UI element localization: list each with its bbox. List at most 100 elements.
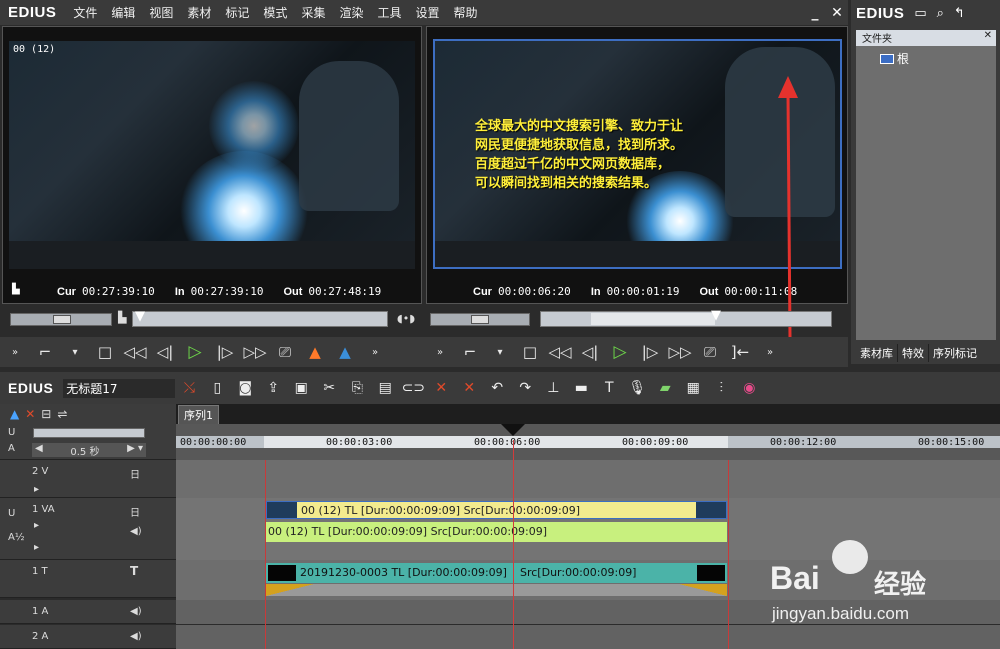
close-icon[interactable]: ✕ (984, 30, 992, 41)
menu-tools[interactable]: 工具 (370, 4, 408, 21)
speaker-icon[interactable]: ◀) (130, 631, 142, 642)
undo-icon[interactable]: ↶ (483, 376, 511, 400)
player-scrub-bar[interactable]: ▼ (132, 309, 388, 327)
video-clip[interactable]: 00 (12) TL [Dur:00:00:09:09] Src[Dur:00:… (266, 501, 727, 519)
lock-icon[interactable]: U (8, 427, 15, 438)
loop-button[interactable]: ⎚ (695, 340, 725, 364)
camera-icon[interactable]: ◙ (231, 376, 259, 400)
redo-icon[interactable]: ↷ (511, 376, 539, 400)
set-in-button[interactable]: ⌐ (30, 340, 60, 364)
paste-icon[interactable]: ▤ (371, 376, 399, 400)
close-button[interactable]: ✕ (826, 5, 848, 21)
timeline-ruler[interactable]: 00:00:00:00 00:00:03:00 00:00:06:00 00:0… (176, 424, 1000, 460)
step-forward-button[interactable]: |▷ (210, 340, 240, 364)
menu-file[interactable]: 文件 (66, 4, 104, 21)
split-icon[interactable]: ▬ (567, 376, 595, 400)
menu-capture[interactable]: 采集 (294, 4, 332, 21)
step-forward-button[interactable]: |▷ (635, 340, 665, 364)
tab-sequence1[interactable]: 序列1 (178, 405, 219, 425)
lock-icon[interactable]: U (8, 508, 15, 519)
fast-forward-button[interactable]: ▷▷ (665, 340, 695, 364)
monitor-icon[interactable]: 日 (130, 504, 140, 519)
dropdown-icon[interactable]: ▾ (60, 340, 90, 364)
dropdown-icon[interactable]: ▾ (485, 340, 515, 364)
step-back-button[interactable]: ◁| (150, 340, 180, 364)
expand-icon[interactable]: ▸ (34, 484, 39, 495)
mixer-icon[interactable]: ⫶ (707, 376, 735, 400)
folder-icon[interactable]: ▭ (914, 6, 926, 21)
menu-clip[interactable]: 素材 (180, 4, 218, 21)
menu-settings[interactable]: 设置 (408, 4, 446, 21)
ripple-icon[interactable]: ⊟ (41, 407, 51, 421)
stop-button[interactable]: □ (515, 340, 545, 364)
audio-channel-icon[interactable]: A½ (8, 532, 25, 543)
ripple-delete-icon[interactable]: ✕ (455, 376, 483, 400)
title-icon[interactable]: T (595, 376, 623, 400)
menu-help[interactable]: 帮助 (447, 4, 485, 21)
tree-item-root[interactable]: 根 (856, 46, 996, 67)
track-2a[interactable]: 2 A ◀) (0, 625, 176, 649)
speaker-icon[interactable]: ◀) (130, 606, 142, 617)
chevron-right-icon[interactable]: » (0, 340, 30, 364)
new-file-icon[interactable]: ▯ (203, 376, 231, 400)
render-icon[interactable]: ▰ (651, 376, 679, 400)
zoom-select[interactable]: ◀ 0.5 秒 ▶ ▾ (32, 443, 146, 458)
add-marker-icon[interactable]: ⊥ (539, 376, 567, 400)
step-back-button[interactable]: ◁| (575, 340, 605, 364)
lane-2v[interactable] (176, 460, 1000, 498)
speaker-icon[interactable]: ◀) (130, 526, 142, 537)
menu-marker[interactable]: 标记 (218, 4, 256, 21)
rewind-button[interactable]: ◁◁ (120, 340, 150, 364)
play-button[interactable]: ▷ (180, 340, 210, 364)
chevron-right-icon[interactable]: » (360, 340, 390, 364)
microphone-icon[interactable]: 🎙 (623, 376, 651, 400)
up-folder-icon[interactable]: ↰ (954, 6, 965, 21)
overwrite-button[interactable]: ▲ (330, 340, 360, 364)
play-button[interactable]: ▷ (605, 340, 635, 364)
save-icon[interactable]: ▣ (287, 376, 315, 400)
menu-mode[interactable]: 模式 (256, 4, 294, 21)
title-track-icon[interactable]: T (130, 564, 138, 578)
video-track-icon[interactable]: ▲ (10, 407, 19, 421)
expand-icon[interactable]: ▸ (34, 520, 39, 531)
tab-sequence-markers[interactable]: 序列标记 (929, 344, 981, 362)
track-1va[interactable]: U A½ 1 VA 日 ◀) ▸ ▸ (0, 498, 176, 560)
chevron-right-icon[interactable]: » (755, 340, 785, 364)
tab-effects[interactable]: 特效 (898, 344, 929, 362)
cut-icon[interactable]: ✂ (315, 376, 343, 400)
fast-forward-button[interactable]: ▷▷ (240, 340, 270, 364)
player-shuttle[interactable] (10, 313, 112, 326)
expand-icon[interactable]: ▸ (34, 542, 39, 553)
menu-render[interactable]: 渲染 (332, 4, 370, 21)
stop-button[interactable]: □ (90, 340, 120, 364)
color-wheel-icon[interactable]: ◉ (735, 376, 763, 400)
loop-button[interactable]: ⎚ (270, 340, 300, 364)
track-1t[interactable]: 1 T T (0, 560, 176, 598)
copy-icon[interactable]: ⎘ (343, 376, 371, 400)
rewind-button[interactable]: ◁◁ (545, 340, 575, 364)
new-sequence-icon[interactable]: ⤯ (175, 376, 203, 400)
set-in-button[interactable]: ⌐ (455, 340, 485, 364)
menu-edit[interactable]: 编辑 (104, 4, 142, 21)
go-to-out-button[interactable]: ]← (725, 340, 755, 364)
track-2v[interactable]: 2 V 日 ▸ (0, 460, 176, 498)
menu-view[interactable]: 视图 (142, 4, 180, 21)
title-clip[interactable]: 20191230-0003 TL [Dur:00:00:09:09] Src[D… (266, 563, 727, 583)
snap-icon[interactable]: ⇌ (57, 407, 67, 421)
zoom-slider[interactable] (33, 428, 145, 438)
chevron-right-icon[interactable]: » (425, 340, 455, 364)
audio-toggle-icon[interactable]: A (8, 443, 15, 454)
delete-icon[interactable]: ✕ (427, 376, 455, 400)
import-icon[interactable]: ⇪ (259, 376, 287, 400)
track-1a[interactable]: 1 A ◀) (0, 600, 176, 624)
insert-button[interactable]: ▲ (300, 340, 330, 364)
recorder-shuttle[interactable] (430, 313, 530, 326)
audio-clip[interactable]: 00 (12) TL [Dur:00:00:09:09] Src[Dur:00:… (266, 522, 727, 542)
grid-icon[interactable]: ▦ (679, 376, 707, 400)
player-audio-icon[interactable]: ◖•◗ (397, 312, 415, 325)
search-icon[interactable]: ⌕ (937, 6, 944, 21)
tab-bin[interactable]: 素材库 (856, 344, 898, 362)
sync-icon[interactable]: ✕ (25, 407, 35, 421)
link-icon[interactable]: ⊂⊃ (399, 376, 427, 400)
playhead[interactable] (501, 424, 525, 436)
